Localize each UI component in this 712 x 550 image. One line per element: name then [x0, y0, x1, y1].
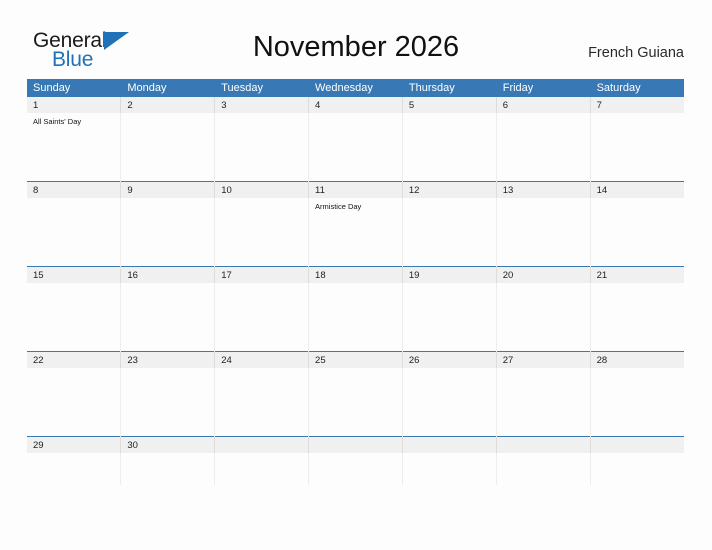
day-event-label: Armistice Day	[315, 202, 362, 211]
day-number-cell[interactable]: 29	[27, 436, 122, 453]
day-number-cell[interactable]: 30	[120, 436, 216, 453]
day-number-cell[interactable]: 22	[27, 351, 122, 368]
day-event-cell[interactable]	[590, 453, 684, 485]
day-number-cell[interactable]: 12	[402, 181, 497, 198]
weekday-header-monday: Monday	[120, 79, 216, 97]
day-event-cell[interactable]	[590, 368, 684, 437]
day-event-cell[interactable]	[27, 283, 122, 352]
day-event-cell[interactable]	[214, 368, 310, 437]
day-event-cell[interactable]: Armistice Day	[308, 198, 403, 267]
day-number-cell[interactable]	[496, 436, 591, 453]
day-number-cell[interactable]: 5	[402, 97, 497, 113]
day-number-cell[interactable]: 18	[308, 266, 403, 283]
day-event-cell[interactable]	[496, 453, 591, 485]
day-number-cell[interactable]: 20	[496, 266, 591, 283]
day-event-cell[interactable]: All Saints' Day	[27, 113, 122, 182]
day-event-cell[interactable]	[120, 368, 216, 437]
day-number-cell[interactable]: 23	[120, 351, 216, 368]
day-event-cell[interactable]	[120, 113, 216, 182]
day-number-cell[interactable]	[308, 436, 403, 453]
day-event-cell[interactable]	[214, 198, 310, 267]
week-daynumber-row: 1234567	[27, 97, 684, 113]
day-number-cell[interactable]: 9	[120, 181, 216, 198]
week-daynumber-row: 15 16 17 18 19 20 21	[27, 266, 684, 283]
day-number-cell[interactable]: 7	[590, 97, 684, 113]
day-event-cell[interactable]	[120, 453, 216, 485]
day-event-cell[interactable]	[496, 368, 591, 437]
calendar-body: 1 2 3 4 5 6 7 All Saints' Day 8 9 10 11 12 13 14 Armist…	[27, 97, 684, 485]
day-event-cell[interactable]	[402, 283, 497, 352]
day-number-cell[interactable]: 11	[308, 181, 403, 198]
day-event-cell[interactable]	[590, 113, 684, 182]
day-number-cell[interactable]: 10	[214, 181, 310, 198]
day-number-cell[interactable]: 17	[214, 266, 310, 283]
day-event-cell[interactable]	[402, 368, 497, 437]
day-event-cell[interactable]	[308, 113, 403, 182]
day-number-cell[interactable]: 14	[590, 181, 684, 198]
week-event-row: All Saints' Day	[27, 113, 684, 182]
day-event-cell[interactable]	[402, 453, 497, 485]
day-event-cell[interactable]	[496, 198, 591, 267]
day-number-cell[interactable]: 24	[214, 351, 310, 368]
day-number-cell[interactable]: 3	[214, 97, 310, 113]
day-number-cell[interactable]	[214, 436, 310, 453]
day-event-cell[interactable]	[590, 283, 684, 352]
calendar-header-row: Sunday Monday Tuesday Wednesday Thursday…	[27, 79, 684, 97]
day-number-cell[interactable]: 6	[496, 97, 591, 113]
week-daynumber-row: 8 9 10 11 12 13 14	[27, 181, 684, 198]
day-event-cell[interactable]	[120, 198, 216, 267]
day-event-cell[interactable]	[214, 453, 310, 485]
day-number-cell[interactable]: 2	[120, 97, 216, 113]
day-number-cell[interactable]	[590, 436, 684, 453]
day-number-cell[interactable]: 19	[402, 266, 497, 283]
day-number-cell[interactable]: 4	[308, 97, 403, 113]
week-event-row	[27, 283, 684, 352]
day-number-cell[interactable]: 13	[496, 181, 591, 198]
weekday-header-thursday: Thursday	[402, 79, 497, 97]
week-event-row: Armistice Day	[27, 198, 684, 267]
day-event-cell[interactable]	[120, 283, 216, 352]
day-event-cell[interactable]	[308, 283, 403, 352]
weekday-header-wednesday: Wednesday	[308, 79, 403, 97]
week-event-row	[27, 453, 684, 485]
day-event-cell[interactable]	[402, 113, 497, 182]
page-header: General Blue November 2026 French Guiana	[0, 0, 712, 78]
region-label: French Guiana	[588, 45, 684, 61]
day-event-cell[interactable]	[496, 283, 591, 352]
day-number-cell[interactable]: 16	[120, 266, 216, 283]
weekday-header-saturday: Saturday	[590, 79, 684, 97]
day-event-cell[interactable]	[27, 198, 122, 267]
day-number-cell[interactable]: 28	[590, 351, 684, 368]
day-event-cell[interactable]	[214, 283, 310, 352]
week-event-row	[27, 368, 684, 437]
day-event-cell[interactable]	[214, 113, 310, 182]
day-event-cell[interactable]	[308, 368, 403, 437]
day-number-cell[interactable]: 27	[496, 351, 591, 368]
day-number-cell[interactable]: 1	[27, 97, 122, 113]
day-number-cell[interactable]: 8	[27, 181, 122, 198]
day-event-cell[interactable]	[308, 453, 403, 485]
day-number-cell[interactable]: 15	[27, 266, 122, 283]
day-event-label: All Saints' Day	[33, 117, 82, 126]
day-event-cell[interactable]	[496, 113, 591, 182]
calendar-grid: Sunday Monday Tuesday Wednesday Thursday…	[27, 79, 684, 485]
weekday-header-tuesday: Tuesday	[214, 79, 310, 97]
day-number-cell[interactable]	[402, 436, 497, 453]
calendar-page: General Blue November 2026 French Guiana…	[0, 0, 712, 550]
weekday-header-sunday: Sunday	[27, 79, 122, 97]
day-number-cell[interactable]: 21	[590, 266, 684, 283]
day-number-cell[interactable]: 26	[402, 351, 497, 368]
day-event-cell[interactable]	[590, 198, 684, 267]
weekday-header-friday: Friday	[496, 79, 591, 97]
day-event-cell[interactable]	[27, 453, 122, 485]
weekday-header-row: Sunday Monday Tuesday Wednesday Thursday…	[27, 79, 684, 97]
day-event-cell[interactable]	[27, 368, 122, 437]
week-daynumber-row: 22 23 24 25 26 27 28	[27, 351, 684, 368]
day-event-cell[interactable]	[402, 198, 497, 267]
day-number-cell[interactable]: 25	[308, 351, 403, 368]
week-daynumber-row: 29 30	[27, 436, 684, 453]
